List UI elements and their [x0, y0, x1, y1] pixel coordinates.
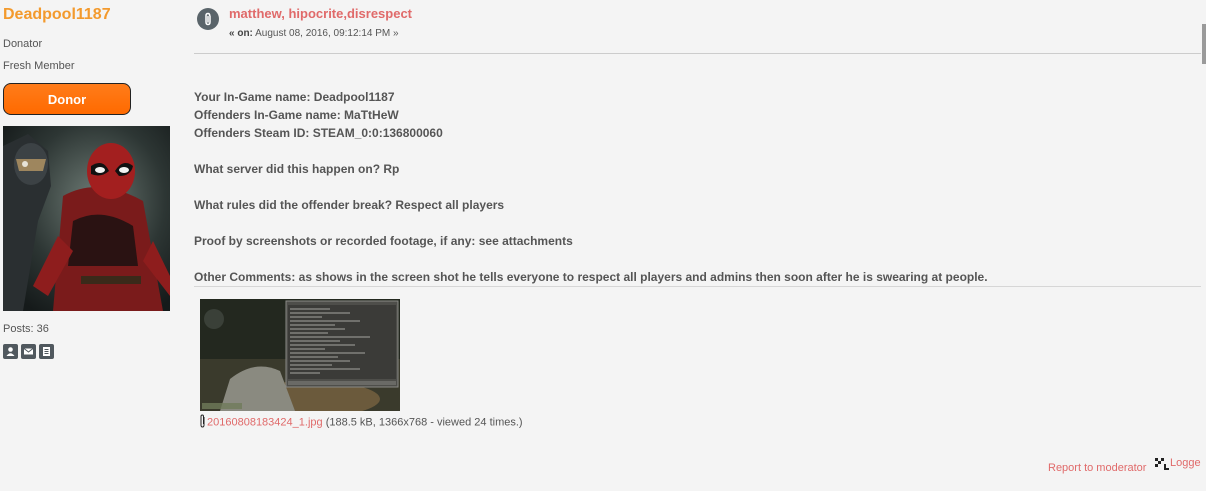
post-date-prefix: « on:	[229, 28, 253, 39]
avatar	[3, 126, 170, 311]
attachment-file-link[interactable]: 20160808183424_1.jpg	[207, 416, 323, 428]
body-line: What server did this happen on? Rp	[194, 162, 400, 176]
report-to-moderator-link[interactable]: Report to moderator	[1048, 462, 1146, 474]
logged-text: Logge	[1170, 457, 1201, 469]
attachment-meta: (188.5 kB, 1366x768 - viewed 24 times.)	[325, 416, 523, 429]
attachments-divider	[194, 286, 1201, 287]
attachment-thumbnail[interactable]	[200, 299, 400, 411]
post-count: Posts: 36	[3, 323, 49, 335]
attachment-thumbnail-image	[200, 299, 400, 411]
post-subject-link[interactable]: matthew, hipocrite,disrespect	[229, 6, 412, 21]
member-rank: Fresh Member	[3, 60, 75, 72]
body-line: Proof by screenshots or recorded footage…	[194, 234, 573, 248]
body-line: Offenders Steam ID: STEAM_0:0:136800060	[194, 126, 443, 140]
poster-name-link[interactable]: Deadpool1187	[3, 6, 111, 24]
post-date: « on: August 08, 2016, 09:12:14 PM »	[229, 28, 399, 39]
paperclip-icon	[197, 8, 219, 30]
paperclip-icon	[199, 414, 206, 431]
avatar-image	[3, 126, 170, 311]
posts-icon[interactable]	[39, 344, 54, 359]
poster-action-icons	[3, 344, 54, 359]
donor-badge: Donor	[3, 83, 131, 115]
body-line: What rules did the offender break? Respe…	[194, 198, 505, 212]
logged-ip: Logge	[1154, 457, 1201, 471]
forum-post: Deadpool1187 Donator Fresh Member Donor	[0, 0, 1206, 491]
body-line: Offenders In-Game name: MaTtHeW	[194, 108, 399, 122]
profile-icon[interactable]	[3, 344, 18, 359]
scrollbar[interactable]	[1202, 24, 1206, 64]
body-line: Other Comments: as shows in the screen s…	[194, 270, 988, 284]
email-icon[interactable]	[21, 344, 36, 359]
header-divider	[194, 53, 1201, 54]
ip-icon	[1155, 458, 1169, 470]
post-body: Your In-Game name: Deadpool1187 Offender…	[194, 88, 1194, 286]
body-line: Your In-Game name: Deadpool1187	[194, 90, 395, 104]
member-group: Donator	[3, 38, 43, 50]
attachment-info: 20160808183424_1.jpg (188.5 kB, 1366x768…	[199, 414, 523, 431]
post-date-value: August 08, 2016, 09:12:14 PM »	[255, 28, 399, 39]
